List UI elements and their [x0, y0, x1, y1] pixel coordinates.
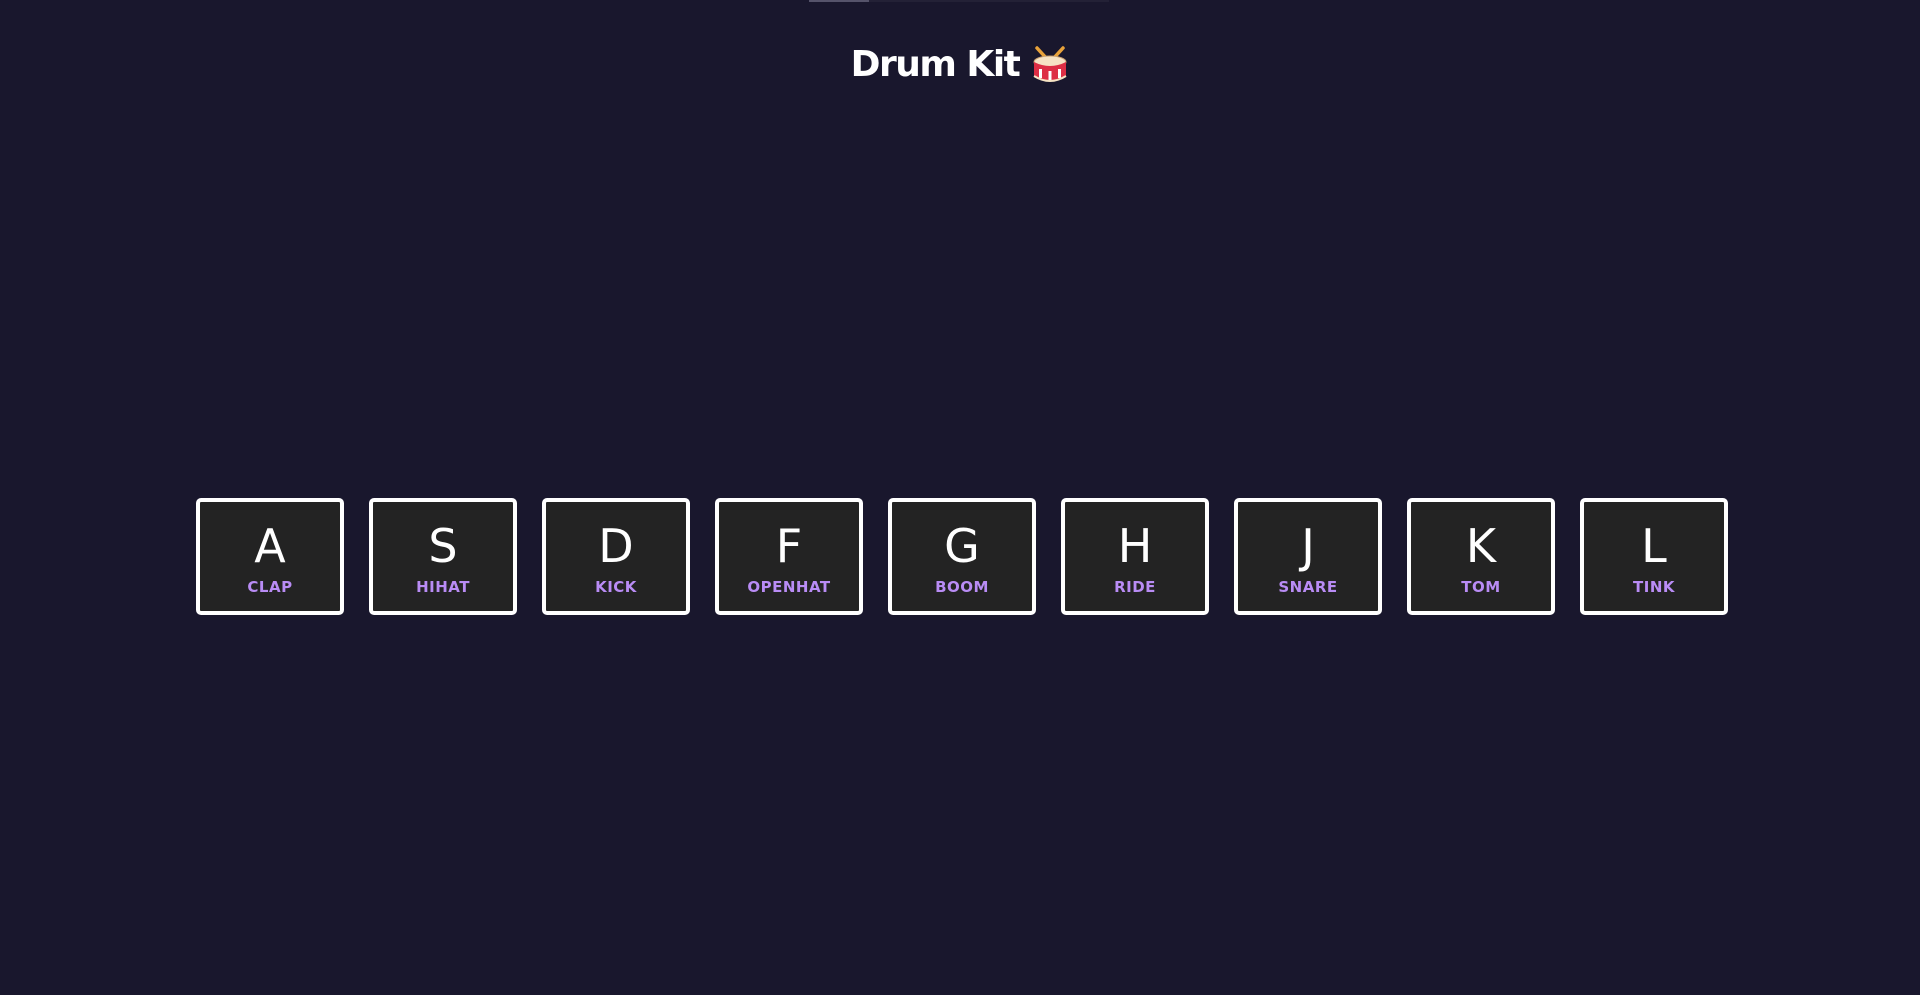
key-letter: H	[1117, 519, 1153, 573]
drum-key-clap[interactable]: A CLAP	[196, 498, 344, 615]
key-sound-label: SNARE	[1278, 578, 1338, 596]
key-letter: G	[944, 519, 980, 573]
page-title: Drum Kit	[850, 44, 1021, 85]
key-letter: S	[428, 519, 458, 573]
key-letter: F	[775, 519, 803, 573]
drum-key-snare[interactable]: J SNARE	[1234, 498, 1382, 615]
key-letter: D	[598, 519, 634, 573]
drum-keys: A CLAP S HIHAT D KICK F OPENHAT G BOOM H RIDE J SNARE…	[196, 498, 1728, 615]
top-divider-highlight	[809, 0, 869, 2]
drum-key-openhat[interactable]: F OPENHAT	[715, 498, 863, 615]
key-sound-label: KICK	[595, 578, 637, 596]
drum-key-hihat[interactable]: S HIHAT	[369, 498, 517, 615]
key-sound-label: BOOM	[935, 578, 989, 596]
drum-icon	[1033, 46, 1067, 82]
drum-key-ride[interactable]: H RIDE	[1061, 498, 1209, 615]
drum-key-kick[interactable]: D KICK	[542, 498, 690, 615]
key-letter: J	[1301, 519, 1315, 573]
page-title-wrap: Drum Kit	[851, 40, 1070, 90]
header: Drum Kit	[0, 40, 1920, 90]
key-sound-label: CLAP	[247, 578, 293, 596]
key-letter: A	[254, 519, 286, 573]
key-sound-label: TINK	[1633, 578, 1675, 596]
drum-key-tink[interactable]: L TINK	[1580, 498, 1728, 615]
key-sound-label: RIDE	[1114, 578, 1156, 596]
drum-key-tom[interactable]: K TOM	[1407, 498, 1555, 615]
key-sound-label: HIHAT	[416, 578, 470, 596]
drum-kit-page: Drum Kit A CLAP S HIHAT D KICK F OPENHAT G BOOM H R…	[0, 0, 1920, 995]
drum-key-boom[interactable]: G BOOM	[888, 498, 1036, 615]
key-letter: L	[1641, 519, 1667, 573]
key-sound-label: OPENHAT	[747, 578, 831, 596]
key-sound-label: TOM	[1461, 578, 1501, 596]
key-letter: K	[1465, 519, 1497, 573]
